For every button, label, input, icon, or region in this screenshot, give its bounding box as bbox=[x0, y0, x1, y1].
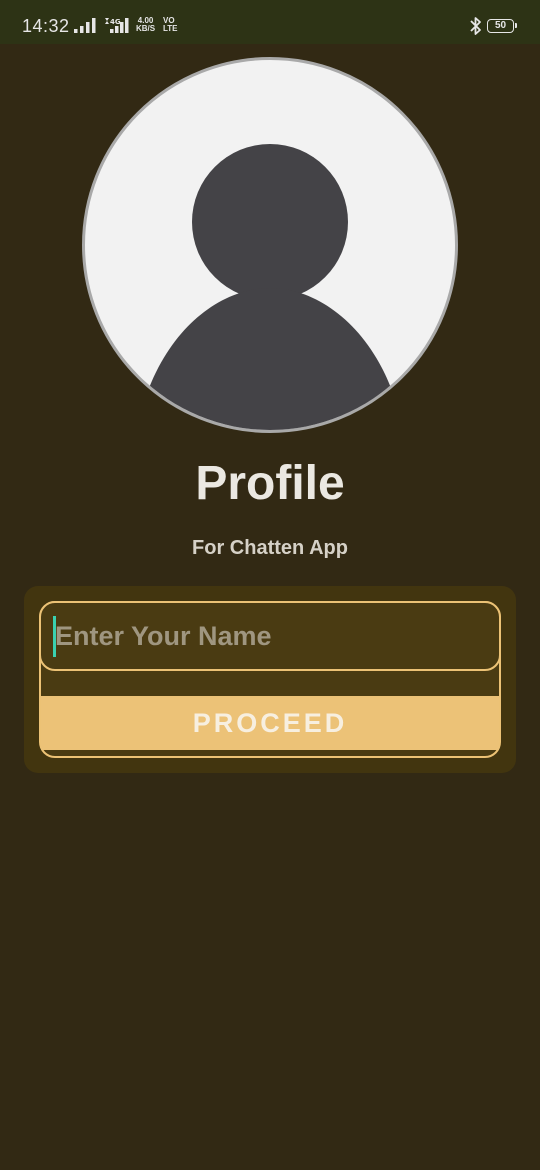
name-input[interactable] bbox=[39, 601, 501, 671]
page-subtitle: For Chatten App bbox=[192, 537, 348, 559]
person-silhouette-icon bbox=[149, 144, 391, 430]
network-speed-unit: KB/S bbox=[136, 24, 156, 33]
volte-line2: LTE bbox=[163, 24, 178, 33]
volte-indicator: VO LTE bbox=[163, 17, 178, 33]
status-bar: 14:32 4G 4.00 KB/S VO LTE 50 bbox=[0, 0, 540, 44]
signal-4g-icon: 4G bbox=[105, 18, 129, 33]
battery-level: 50 bbox=[494, 20, 507, 31]
network-speed: 4.00 KB/S bbox=[136, 17, 155, 33]
text-caret bbox=[53, 616, 56, 657]
battery-icon: 50 bbox=[487, 19, 517, 33]
status-time: 14:32 bbox=[22, 16, 70, 36]
page-title: Profile bbox=[195, 457, 345, 510]
bluetooth-icon bbox=[470, 17, 481, 35]
signal-strength-icon bbox=[74, 18, 96, 33]
profile-avatar[interactable] bbox=[82, 57, 458, 433]
svg-text:4G: 4G bbox=[110, 18, 121, 26]
proceed-button[interactable]: PROCEED bbox=[41, 696, 499, 750]
